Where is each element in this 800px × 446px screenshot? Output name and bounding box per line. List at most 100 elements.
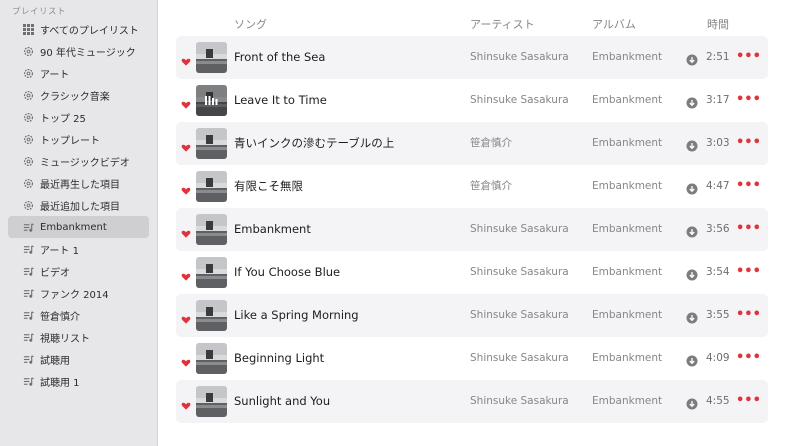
album-art[interactable]: [196, 257, 227, 288]
song-duration: 3:56: [706, 223, 730, 235]
song-artist[interactable]: Shinsuke Sasakura: [470, 251, 569, 294]
album-art[interactable]: [196, 42, 227, 73]
column-album[interactable]: アルバム: [592, 16, 636, 32]
sidebar-item[interactable]: ビデオ: [8, 260, 149, 282]
sidebar: プレイリスト すべてのプレイリスト 90 年代ミュージック アート クラシック音楽 トッ…: [0, 0, 158, 446]
song-row[interactable]: Beginning Light Shinsuke Sasakura Embankme…: [176, 337, 768, 380]
favorite-heart-icon[interactable]: [181, 138, 191, 152]
song-row[interactable]: Sunlight and You Shinsuke Sasakura Embankm…: [176, 380, 768, 423]
song-artist[interactable]: Shinsuke Sasakura: [470, 79, 569, 122]
song-duration: 4:47: [706, 180, 730, 192]
song-artist[interactable]: 笹倉慎介: [470, 122, 512, 165]
favorite-heart-icon[interactable]: [181, 267, 191, 281]
favorite-heart-icon[interactable]: [181, 396, 191, 410]
song-artist[interactable]: Shinsuke Sasakura: [470, 380, 569, 423]
favorite-heart-icon[interactable]: [181, 353, 191, 367]
more-options-button[interactable]: •••: [736, 165, 761, 208]
favorite-heart-icon[interactable]: [181, 310, 191, 324]
song-duration: 3:54: [706, 266, 730, 278]
song-artist[interactable]: Shinsuke Sasakura: [470, 208, 569, 251]
playlist-icon: [22, 287, 34, 299]
song-row[interactable]: Like a Spring Morning Shinsuke Sasakura Em…: [176, 294, 768, 337]
sidebar-item-label: 90 年代ミュージック: [40, 47, 136, 59]
column-song[interactable]: ソング: [234, 16, 267, 32]
sidebar-item[interactable]: トップレート: [8, 128, 149, 150]
album-art[interactable]: [196, 386, 227, 417]
sidebar-item[interactable]: ファンク 2014: [8, 282, 149, 304]
song-row[interactable]: 有限こそ無限 笹倉慎介 Embankment 4:47 •••: [176, 165, 768, 208]
album-art[interactable]: [196, 214, 227, 245]
album-art[interactable]: [196, 343, 227, 374]
grid-icon: [22, 23, 34, 35]
downloaded-icon: [686, 352, 698, 367]
song-artist[interactable]: Shinsuke Sasakura: [470, 294, 569, 337]
more-options-button[interactable]: •••: [736, 79, 761, 122]
song-row[interactable]: Front of the Sea Shinsuke Sasakura Embankm…: [176, 36, 768, 79]
downloaded-icon: [686, 223, 698, 238]
album-art[interactable]: [196, 171, 227, 202]
song-row[interactable]: Leave It to Time Shinsuke Sasakura Embankm…: [176, 79, 768, 122]
song-album[interactable]: Embankment: [592, 294, 662, 337]
more-options-button[interactable]: •••: [736, 294, 761, 337]
gear-icon: [22, 45, 34, 57]
more-options-button[interactable]: •••: [736, 251, 761, 294]
more-options-button[interactable]: •••: [736, 36, 761, 79]
sidebar-item[interactable]: トップ 25: [8, 106, 149, 128]
more-options-button[interactable]: •••: [736, 122, 761, 165]
sidebar-item[interactable]: クラシック音楽: [8, 84, 149, 106]
song-album[interactable]: Embankment: [592, 337, 662, 380]
album-art[interactable]: [196, 128, 227, 159]
favorite-heart-icon[interactable]: [181, 52, 191, 66]
column-artist[interactable]: アーティスト: [470, 16, 535, 32]
sidebar-item[interactable]: 視聴リスト: [8, 326, 149, 348]
gear-icon: [22, 67, 34, 79]
sidebar-item[interactable]: 試聴用 1: [8, 370, 149, 392]
song-album[interactable]: Embankment: [592, 79, 662, 122]
sidebar-item[interactable]: アート: [8, 62, 149, 84]
sidebar-item[interactable]: Embankment: [8, 216, 149, 238]
song-title: Embankment: [234, 222, 311, 236]
song-album[interactable]: Embankment: [592, 122, 662, 165]
sidebar-list: すべてのプレイリスト 90 年代ミュージックアート クラシック音楽 トップ 25 トップ…: [8, 18, 149, 392]
favorite-heart-icon[interactable]: [181, 95, 191, 109]
playlist-icon: [22, 331, 34, 343]
song-artist[interactable]: Shinsuke Sasakura: [470, 36, 569, 79]
sidebar-item[interactable]: ミュージックビデオ: [8, 150, 149, 172]
song-album[interactable]: Embankment: [592, 380, 662, 423]
sidebar-item-label: Embankment: [40, 221, 107, 233]
column-time[interactable]: 時間: [707, 16, 729, 32]
sidebar-item[interactable]: 最近再生した項目: [8, 172, 149, 194]
gear-icon: [22, 177, 34, 189]
song-duration: 3:55: [706, 309, 730, 321]
favorite-heart-icon[interactable]: [181, 224, 191, 238]
sidebar-item[interactable]: 笹倉慎介: [8, 304, 149, 326]
song-album[interactable]: Embankment: [592, 208, 662, 251]
favorite-heart-icon[interactable]: [181, 181, 191, 195]
song-row[interactable]: 青いインクの滲むテーブルの上 笹倉慎介 Embankment 3:03 •••: [176, 122, 768, 165]
sidebar-item[interactable]: 90 年代ミュージック: [8, 40, 149, 62]
song-artist[interactable]: 笹倉慎介: [470, 165, 512, 208]
sidebar-item[interactable]: 試聴用: [8, 348, 149, 370]
downloaded-icon: [686, 266, 698, 281]
sidebar-item-label: 視聴リスト: [40, 333, 90, 345]
more-options-button[interactable]: •••: [736, 337, 761, 380]
downloaded-icon: [686, 51, 698, 66]
song-album[interactable]: Embankment: [592, 165, 662, 208]
more-options-button[interactable]: •••: [736, 208, 761, 251]
song-album[interactable]: Embankment: [592, 251, 662, 294]
song-duration: 3:03: [706, 137, 730, 149]
song-artist[interactable]: Shinsuke Sasakura: [470, 337, 569, 380]
playlist-icon: [22, 375, 34, 387]
song-album[interactable]: Embankment: [592, 36, 662, 79]
sidebar-item[interactable]: アート 1: [8, 238, 149, 260]
downloaded-icon: [686, 395, 698, 410]
more-options-button[interactable]: •••: [736, 380, 761, 423]
album-art[interactable]: [196, 300, 227, 331]
album-art[interactable]: [196, 85, 227, 116]
song-row[interactable]: If You Choose Blue Shinsuke Sasakura Emban…: [176, 251, 768, 294]
sidebar-item[interactable]: すべてのプレイリスト: [8, 18, 149, 40]
song-row[interactable]: Embankment Shinsuke Sasakura Embankment 3:5…: [176, 208, 768, 251]
song-list-view: ソング アーティスト アルバム 時間 Front of the Sea Shins…: [158, 0, 800, 446]
song-title: Like a Spring Morning: [234, 308, 359, 322]
sidebar-item[interactable]: 最近追加した項目: [8, 194, 149, 216]
